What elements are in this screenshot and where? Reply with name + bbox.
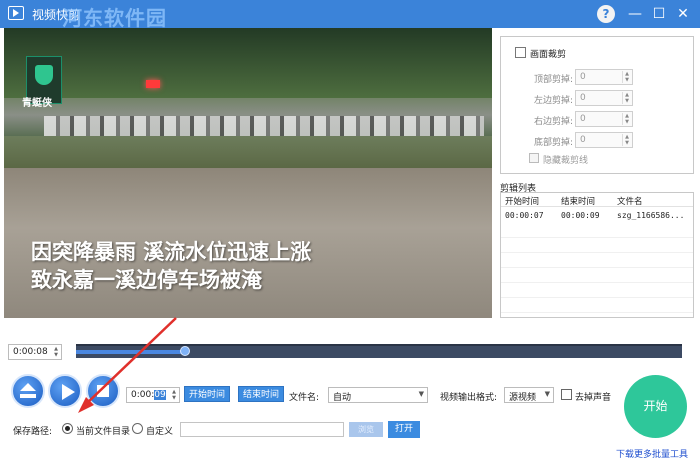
column-header-filename[interactable]: 文件名 [617,195,643,207]
video-preview[interactable]: 青蜓侠 因突降暴雨 溪流水位迅速上涨 致永嘉一溪边停车场被淹 [4,28,492,318]
spinner-arrows-icon[interactable]: ▲ ▼ [622,92,631,104]
crop-bottom-spinner[interactable]: 0 ▲ ▼ [575,132,633,148]
crop-bottom-row: 底部剪掉: 0 ▲ ▼ [513,132,693,148]
timeline-handle[interactable] [180,346,191,356]
eject-icon [20,383,36,391]
clip-filename-cell: szg_1166586... [617,211,685,220]
stop-icon [97,385,109,397]
download-more-tools-link[interactable]: 下载更多批量工具 [616,447,688,460]
filename-select[interactable]: 自动 ▼ [328,387,428,403]
hide-crop-lines-checkbox[interactable] [529,153,539,163]
crop-panel: 画面裁剪 顶部剪掉: 0 ▲ ▼ 左边剪掉: 0 ▲ ▼ 右边剪掉: 0 ▲ ▼ 底部剪掉:… [500,36,694,174]
maximize-button[interactable]: ☐ [648,3,670,25]
end-time-button[interactable]: 结束时间 [238,386,284,402]
minimize-button[interactable]: — [624,3,646,25]
format-select[interactable]: 源视频 ▼ [504,387,554,403]
spinner-arrows-icon[interactable]: ▲ ▼ [170,389,178,401]
clip-end-cell: 00:00:09 [561,211,600,220]
save-path-input[interactable] [180,422,344,437]
crop-left-spinner[interactable]: 0 ▲ ▼ [575,90,633,106]
crop-bottom-label: 底部剪掉: [533,138,573,148]
save-path-label: 保存路径: [13,427,53,437]
crop-top-row: 顶部剪掉: 0 ▲ ▼ [513,69,693,85]
video-caption-line2: 致永嘉一溪边停车场被淹 [31,268,262,292]
timeline-slider[interactable] [76,344,682,358]
table-row[interactable]: 00:00:07 00:00:09 szg_1166586... [501,209,693,223]
custom-dir-label: 自定义 [146,427,174,437]
channel-logo-text: 青蜓侠 [22,98,52,109]
timeline-played [76,350,186,354]
browse-button[interactable]: 浏览 [349,422,383,437]
play-icon [62,384,75,400]
close-button[interactable]: ✕ [672,3,694,25]
crop-right-row: 右边剪掉: 0 ▲ ▼ [513,111,693,127]
spinner-arrows-icon[interactable]: ▲ ▼ [622,134,631,146]
current-dir-radio[interactable] [62,423,73,434]
start-time-button[interactable]: 开始时间 [184,386,230,402]
clip-start-cell: 00:00:07 [505,211,544,220]
column-header-end[interactable]: 结束时间 [561,195,595,207]
video-scene-cars [44,116,484,136]
eject-icon-bar [20,394,36,398]
crop-checkbox[interactable] [515,47,526,58]
current-dir-label: 当前文件目录 [76,427,131,437]
clip-list-header: 开始时间 结束时间 文件名 [501,193,693,207]
spinner-arrows-icon[interactable]: ▲ ▼ [622,71,631,83]
crop-left-label: 左边剪掉: [533,96,573,106]
start-button[interactable]: 开始 [624,375,687,438]
app-icon [8,6,24,20]
open-button[interactable]: 打开 [388,421,420,438]
help-icon[interactable]: ? [597,5,615,23]
crop-top-spinner[interactable]: 0 ▲ ▼ [575,69,633,85]
title-bar: 视频快剪 河东软件园 ? — ☐ ✕ [0,0,700,30]
crop-right-label: 右边剪掉: [533,117,573,127]
crop-top-label: 顶部剪掉: [533,75,573,85]
edit-time-field[interactable]: 0:00:09 ▲ ▼ [126,387,180,403]
video-scene-sign [146,80,160,88]
eject-button[interactable] [11,374,45,408]
video-caption-line1: 因突降暴雨 溪流水位迅速上涨 [31,240,312,264]
mute-label: 去掉声音 [575,393,612,403]
chevron-down-icon: ▼ [418,390,424,398]
clip-list-empty-rows [501,223,693,317]
video-scene-hill [4,28,492,98]
custom-dir-radio[interactable] [132,423,143,434]
chevron-down-icon: ▼ [544,390,550,398]
crop-title: 画面裁剪 [530,50,567,60]
clip-list[interactable]: 开始时间 结束时间 文件名 00:00:07 00:00:09 szg_1166… [500,192,694,318]
spinner-arrows-icon[interactable]: ▲ ▼ [52,346,60,358]
crop-left-row: 左边剪掉: 0 ▲ ▼ [513,90,693,106]
stop-button[interactable] [86,374,120,408]
spinner-arrows-icon[interactable]: ▲ ▼ [622,113,631,125]
play-button[interactable] [48,374,82,408]
column-header-start[interactable]: 开始时间 [505,195,539,207]
format-label: 视频输出格式: [440,393,498,403]
crop-right-spinner[interactable]: 0 ▲ ▼ [575,111,633,127]
hide-crop-lines-label: 隐藏裁剪线 [543,156,589,166]
mute-checkbox[interactable] [561,389,572,400]
filename-label: 文件名: [289,393,320,403]
watermark-text: 河东软件园 [62,6,167,30]
current-time-field[interactable]: 0:00:08 ▲ ▼ [8,344,62,360]
